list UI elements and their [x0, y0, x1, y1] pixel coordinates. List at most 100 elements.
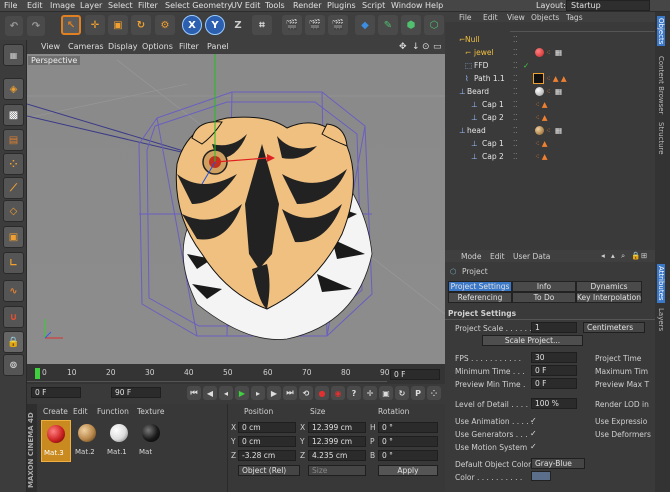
mat-menu-texture[interactable]: Texture	[137, 407, 164, 416]
obj-menu-edit[interactable]: Edit	[483, 13, 498, 22]
coord-mode-select[interactable]: Object (Rel)	[238, 465, 300, 476]
object-row[interactable]: ⊥ Cap 2 ⁚⁚ ⁖ ▲	[445, 111, 655, 124]
visibility-dots[interactable]: ⁚⁚	[513, 74, 518, 83]
back-icon[interactable]: ◂	[601, 251, 605, 260]
obj-menu-objects[interactable]: Objects	[531, 13, 559, 22]
next-frame-icon[interactable]: ▸	[251, 386, 265, 400]
material-slot[interactable]: Mat.2	[73, 420, 103, 462]
tag-icons[interactable]: ⁖ ▲	[535, 139, 548, 148]
snap-magnet-icon[interactable]: ∪	[3, 306, 24, 328]
object-row[interactable]: ⊥ Beard ⁚⁚ ⁖ ▦	[445, 85, 655, 98]
scale-project-button[interactable]: Scale Project...	[482, 335, 583, 346]
menu-help[interactable]: Help	[425, 1, 443, 10]
pos-x-field[interactable]: 0 cm	[238, 422, 296, 433]
make-editable-icon[interactable]: ▦	[3, 44, 24, 66]
visibility-dots[interactable]: ⁚⁚	[513, 48, 518, 57]
current-frame-field[interactable]: 0 F	[390, 369, 440, 380]
material-slot-selected[interactable]: Mat.3	[41, 420, 71, 462]
vp-move-icon[interactable]: ✥	[399, 42, 407, 52]
undo-icon[interactable]: ↶	[5, 16, 23, 36]
vp-zoom-icon[interactable]: ↓	[412, 42, 420, 52]
soft-selection-icon[interactable]: ⊚	[3, 354, 24, 376]
object-row[interactable]: ⊥ head ⁚⁚ ⁖ ▦	[445, 124, 655, 137]
workplane-icon[interactable]: ▤	[3, 129, 24, 151]
menu-edit[interactable]: Edit	[27, 1, 43, 10]
material-slot[interactable]: Mat.1	[105, 420, 135, 462]
material-tag-icon[interactable]	[535, 87, 544, 96]
vp-menu-view[interactable]: View	[41, 42, 60, 51]
default-object-color-select[interactable]: Gray-Blue	[531, 458, 585, 469]
object-row[interactable]: ⌇ Path 1.1 ⁚⁚ ⁖ ▲ ▲	[445, 72, 655, 85]
record-icon[interactable]: ●	[315, 386, 329, 400]
visibility-dots[interactable]: ⁚⁚	[513, 139, 518, 148]
end-frame-field[interactable]: 90 F	[111, 387, 161, 398]
menu-filter[interactable]: Filter	[138, 1, 158, 10]
attr-menu-mode[interactable]: Mode	[461, 252, 481, 261]
visibility-dots[interactable]: ⁚⁚	[513, 113, 518, 122]
texture-tag-icon[interactable]: ▦	[555, 126, 562, 135]
tag-icons[interactable]: ⁖	[546, 126, 550, 135]
side-tab-layers[interactable]: Layers	[657, 308, 665, 331]
param-key-icon[interactable]: P	[411, 386, 425, 400]
lock-workplane-icon[interactable]: 🔒	[3, 331, 24, 353]
edges-mode-icon[interactable]: ⟋	[3, 177, 24, 199]
position-key-icon[interactable]: ✛	[363, 386, 377, 400]
vp-menu-filter[interactable]: Filter	[179, 42, 199, 51]
object-row[interactable]: ⊥ Cap 1 ⁚⁚ ⁖ ▲	[445, 137, 655, 150]
x-axis-button[interactable]: X	[182, 15, 202, 35]
recent-tool-icon[interactable]: ⚙	[155, 15, 175, 35]
array-icon[interactable]: ⬡	[424, 15, 444, 35]
visibility-dots[interactable]: ⁚⁚	[513, 87, 518, 96]
point-level-icon[interactable]: ⁘	[427, 386, 441, 400]
tab-info[interactable]: Info	[512, 281, 576, 292]
material-tag-icon[interactable]	[533, 73, 544, 84]
rotate-icon[interactable]: ↻	[131, 15, 151, 35]
material-tag-icon[interactable]	[535, 126, 544, 135]
object-mode-icon[interactable]: ▣	[3, 226, 24, 248]
keyframe-selection-icon[interactable]: ?	[347, 386, 361, 400]
tag-icons[interactable]: ⁖ ▲	[535, 100, 548, 109]
material-slot[interactable]: Mat	[137, 420, 167, 462]
attr-menu-user-data[interactable]: User Data	[513, 252, 550, 261]
side-tab-structure[interactable]: Structure	[657, 122, 665, 155]
layout-select[interactable]: Startup	[566, 0, 650, 11]
z-axis-button[interactable]: Z	[228, 15, 248, 35]
up-icon[interactable]: ▴	[611, 251, 615, 260]
tab-to-do[interactable]: To Do	[512, 292, 576, 303]
subdivision-surface-icon[interactable]: ⬢	[401, 15, 421, 35]
object-row[interactable]: ⬚ FFD ⁚⁚ ✓	[445, 59, 655, 72]
mat-menu-create[interactable]: Create	[43, 407, 68, 416]
color-swatch[interactable]	[531, 471, 551, 481]
menu-image[interactable]: Image	[50, 1, 75, 10]
vp-menu-cameras[interactable]: Cameras	[68, 42, 104, 51]
menu-layer[interactable]: Layer	[80, 1, 102, 10]
size-y-field[interactable]: 12.399 cm	[308, 436, 366, 447]
go-to-end-icon[interactable]: ⏭	[283, 386, 297, 400]
level-of-detail-field[interactable]: 100 %	[531, 398, 577, 409]
start-frame-field[interactable]: 0 F	[31, 387, 81, 398]
play-icon[interactable]: ▶	[235, 386, 249, 400]
use-generators-checkbox[interactable]: ✓	[530, 430, 538, 438]
use-animation-checkbox[interactable]: ✓	[530, 417, 538, 425]
menu-script[interactable]: Script	[362, 1, 385, 10]
minimum-time-field[interactable]: 0 F	[531, 365, 577, 376]
tab-key-interpolation[interactable]: Key Interpolation	[576, 292, 642, 303]
tag-icons[interactable]: ⁖	[546, 87, 550, 96]
side-tab-content-browser[interactable]: Content Browser	[657, 56, 665, 114]
redo-icon[interactable]: ↷	[27, 16, 45, 36]
menu-select[interactable]: Select	[108, 1, 133, 10]
mat-menu-function[interactable]: Function	[97, 407, 129, 416]
prev-key-icon[interactable]: ◀	[203, 386, 217, 400]
pos-y-field[interactable]: 0 cm	[238, 436, 296, 447]
rot-b-field[interactable]: 0 °	[378, 450, 438, 461]
visibility-dots[interactable]: ⁚⁚	[513, 126, 518, 135]
apply-button[interactable]: Apply	[378, 465, 438, 476]
side-tab-objects[interactable]: Objects	[657, 16, 665, 47]
menu-uv-edit[interactable]: UV Edit	[231, 1, 260, 10]
object-row[interactable]: ⊥ Cap 2 ⁚⁚ ⁖ ▲	[445, 150, 655, 163]
new-manager-icon[interactable]: ⊞	[641, 251, 647, 260]
polygons-mode-icon[interactable]: ◇	[3, 200, 24, 222]
tag-icons[interactable]: ⁖ ▲	[535, 152, 548, 161]
visibility-dots[interactable]: ⁚⁚	[513, 35, 518, 44]
live-select-icon[interactable]: ↖	[61, 15, 81, 35]
